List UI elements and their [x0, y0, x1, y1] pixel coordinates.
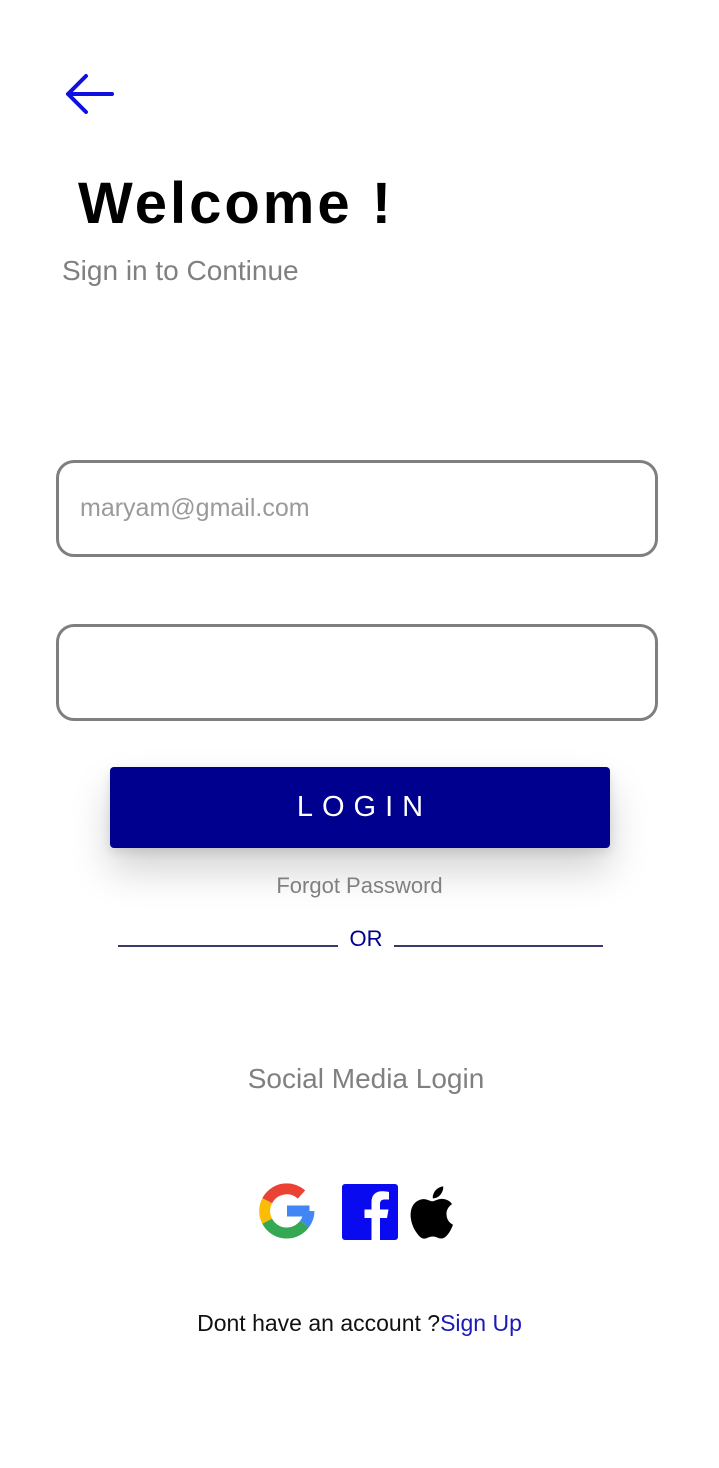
or-divider-label: OR: [349, 926, 383, 951]
apple-login-button[interactable]: [406, 1180, 462, 1244]
login-button[interactable]: LOGIN: [110, 767, 610, 848]
page-title: Welcome !: [78, 171, 395, 236]
page-subtitle: Sign in to Continue: [62, 255, 299, 286]
facebook-icon: [342, 1184, 398, 1240]
signup-row: Dont have an account ?Sign Up: [0, 1310, 719, 1337]
signup-prompt: Dont have an account ?: [197, 1310, 441, 1336]
arrow-left-icon: [66, 74, 114, 114]
password-field-container: [56, 624, 658, 721]
google-login-button[interactable]: [255, 1180, 319, 1242]
facebook-login-button[interactable]: [342, 1184, 398, 1240]
forgot-password-link[interactable]: Forgot Password: [0, 873, 719, 899]
social-login-title: Social Media Login: [247, 1063, 485, 1094]
back-button[interactable]: [58, 68, 118, 120]
email-field[interactable]: [78, 493, 636, 524]
divider-line-right: [394, 945, 603, 947]
divider-line-left: [118, 945, 338, 947]
email-field-container: [56, 460, 658, 557]
apple-icon: [410, 1186, 453, 1239]
google-icon: [259, 1183, 315, 1239]
password-field[interactable]: [78, 657, 636, 688]
signup-link[interactable]: Sign Up: [440, 1310, 522, 1336]
